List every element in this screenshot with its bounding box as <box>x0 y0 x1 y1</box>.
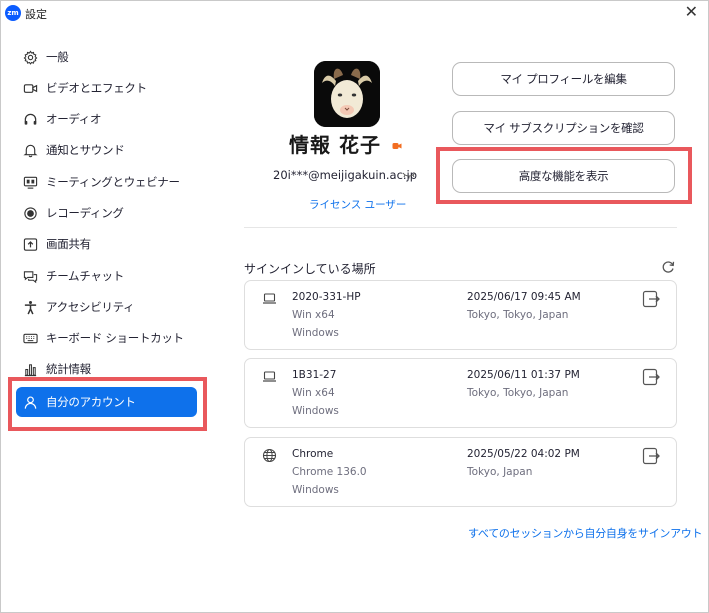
session-date: 2025/05/22 04:02 PM <box>467 448 580 460</box>
sidebar-item-accessibility[interactable]: アクセシビリティ <box>16 293 197 321</box>
show-advanced-features-button[interactable]: 高度な機能を表示 <box>452 159 675 193</box>
laptop-icon <box>263 293 276 304</box>
sidebar-item-label: キーボード ショートカット <box>46 331 184 345</box>
sidebar-item-label: 統計情報 <box>46 362 91 376</box>
sidebar-item-my-account[interactable]: 自分のアカウント <box>16 387 197 417</box>
sessions-title: サインインしている場所 <box>244 262 376 276</box>
sidebar-item-label: アクセシビリティ <box>46 300 135 314</box>
hide-eye-icon[interactable] <box>402 170 416 180</box>
session-card: 2020-331-HP Win x64 Windows 2025/06/17 0… <box>244 280 677 350</box>
sidebar-item-statistics[interactable]: 統計情報 <box>16 355 197 383</box>
globe-icon <box>262 448 277 463</box>
session-device: 2020-331-HP <box>292 291 361 303</box>
session-os: Chrome 136.0 <box>292 466 367 478</box>
session-date: 2025/06/11 01:37 PM <box>467 369 580 381</box>
sidebar-item-meetings[interactable]: ミーティングとウェビナー <box>16 168 197 196</box>
session-device: 1B31-27 <box>292 369 337 381</box>
sidebar-item-screen-share[interactable]: 画面共有 <box>16 230 197 258</box>
session-location: Tokyo, Japan <box>467 466 533 478</box>
sidebar-item-general[interactable]: 一般 <box>16 43 197 71</box>
session-os: Win x64 <box>292 387 335 399</box>
chat-icon <box>22 268 38 284</box>
session-card: 1B31-27 Win x64 Windows 2025/06/11 01:37… <box>244 358 677 428</box>
user-icon <box>22 394 38 410</box>
sign-out-icon[interactable] <box>641 446 661 466</box>
avatar[interactable] <box>314 61 380 127</box>
session-date: 2025/06/17 09:45 AM <box>467 291 581 303</box>
window-title: 設定 <box>25 8 47 21</box>
session-location: Tokyo, Tokyo, Japan <box>467 387 569 399</box>
sign-out-icon[interactable] <box>641 367 661 387</box>
view-subscription-button[interactable]: マイ サブスクリプションを確認 <box>452 111 675 145</box>
share-screen-icon <box>22 236 38 252</box>
stats-icon <box>22 361 38 377</box>
sidebar-item-audio[interactable]: オーディオ <box>16 105 197 133</box>
close-icon[interactable]: ✕ <box>685 2 698 22</box>
settings-window: zm 設定 ✕ 一般 ビデオとエフェクト オーディオ 通知とサウンド ミーティン… <box>0 0 709 613</box>
sidebar-item-recording[interactable]: レコーディング <box>16 199 197 227</box>
session-platform: Windows <box>292 327 339 339</box>
video-status-icon <box>392 143 402 149</box>
video-icon <box>22 80 38 96</box>
profile-email: 20i***@meijigakuin.ac.jp <box>273 168 418 182</box>
edit-profile-button[interactable]: マイ プロフィールを編集 <box>452 62 675 96</box>
sidebar-item-label: ビデオとエフェクト <box>46 81 147 95</box>
sidebar-item-label: ミーティングとウェビナー <box>46 175 180 189</box>
keyboard-icon <box>22 330 38 346</box>
sidebar-item-label: 画面共有 <box>46 237 91 251</box>
title-bar: zm 設定 ✕ <box>1 1 708 25</box>
session-platform: Windows <box>292 405 339 417</box>
zoom-logo: zm <box>5 5 21 21</box>
sidebar-item-team-chat[interactable]: チームチャット <box>16 262 197 290</box>
refresh-icon[interactable] <box>661 260 675 274</box>
session-platform: Windows <box>292 484 339 496</box>
session-location: Tokyo, Tokyo, Japan <box>467 309 569 321</box>
sidebar-item-label: オーディオ <box>46 112 102 126</box>
sidebar-item-label: 通知とサウンド <box>46 143 125 157</box>
sidebar-item-keyboard-shortcuts[interactable]: キーボード ショートカット <box>16 324 197 352</box>
headphones-icon <box>22 111 38 127</box>
meeting-icon <box>22 174 38 190</box>
session-device: Chrome <box>292 448 334 460</box>
profile-name: 情報 花子 <box>289 133 381 157</box>
sidebar-item-label: レコーディング <box>46 206 124 220</box>
sidebar-item-label: チームチャット <box>46 269 124 283</box>
divider <box>244 227 677 228</box>
sidebar-item-notifications[interactable]: 通知とサウンド <box>16 136 197 164</box>
sidebar-item-video[interactable]: ビデオとエフェクト <box>16 74 197 102</box>
accessibility-icon <box>22 299 38 315</box>
bell-icon <box>22 142 38 158</box>
record-icon <box>22 205 38 221</box>
license-label[interactable]: ライセンス ユーザー <box>309 197 406 212</box>
session-card: Chrome Chrome 136.0 Windows 2025/05/22 0… <box>244 437 677 507</box>
session-os: Win x64 <box>292 309 335 321</box>
sign-out-icon[interactable] <box>641 289 661 309</box>
sidebar-item-label: 一般 <box>46 50 69 64</box>
sidebar-item-label: 自分のアカウント <box>46 395 136 409</box>
laptop-icon <box>263 371 276 382</box>
sign-out-all-sessions-link[interactable]: すべてのセッションから自分自身をサインアウト <box>468 525 703 541</box>
gear-icon <box>22 49 38 65</box>
